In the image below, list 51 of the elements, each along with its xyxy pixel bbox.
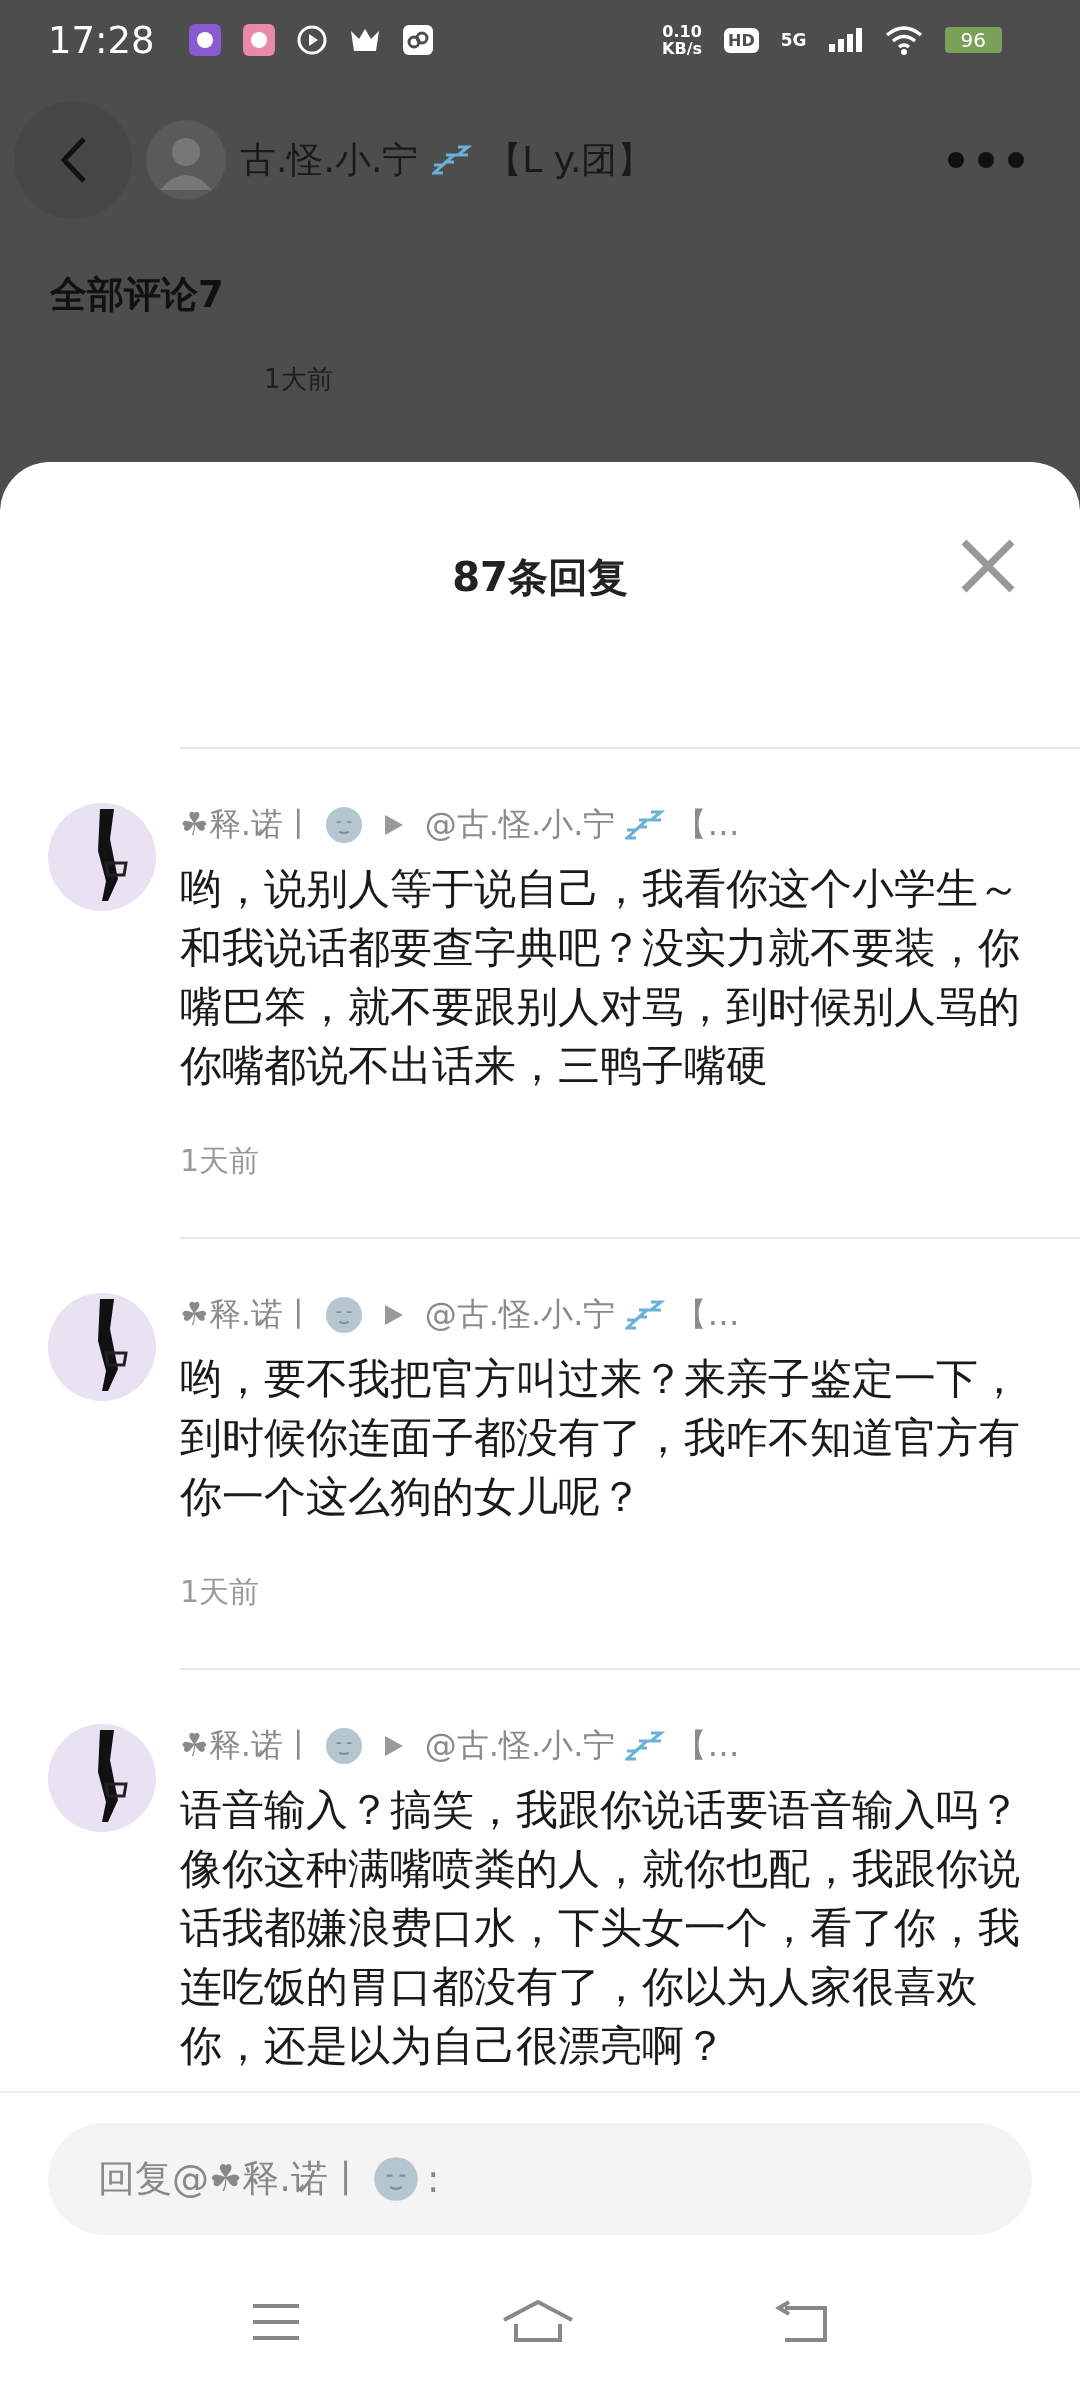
back-icon <box>58 135 88 185</box>
app-icon <box>188 24 221 56</box>
avatar[interactable] <box>48 803 156 911</box>
signal-icon <box>828 28 863 52</box>
moon-face-icon <box>324 1296 363 1334</box>
crown-icon <box>348 27 381 53</box>
moon-face-icon <box>324 806 363 844</box>
reply-target-tail: 【… <box>675 1294 740 1335</box>
app-icon <box>242 24 275 56</box>
clock: 17:28 <box>48 18 155 62</box>
reply-target[interactable]: @古.怪.小.宁 <box>424 1724 616 1768</box>
sleep-icon <box>625 810 666 840</box>
moon-face-icon <box>372 2156 419 2202</box>
comment-time: 1天前 <box>180 1143 260 1178</box>
author-name[interactable]: ☘释.诺丨 <box>180 1724 315 1768</box>
sleep-icon <box>432 145 473 175</box>
hd-badge: HD <box>724 27 759 53</box>
comment-time: 1天前 <box>180 1574 260 1609</box>
reply-target[interactable]: @古.怪.小.宁 <box>424 1293 616 1337</box>
wifi-icon <box>884 25 923 55</box>
reply-field[interactable]: 回复@☘释.诺丨 : <box>48 2123 1032 2235</box>
avatar[interactable] <box>48 1293 156 1401</box>
sleep-icon <box>625 1300 666 1330</box>
home-icon[interactable] <box>502 2299 574 2344</box>
reply-target[interactable]: @古.怪.小.宁 <box>424 803 616 847</box>
comments-heading: 全部评论7 <box>50 273 224 316</box>
moon-face-icon <box>324 1727 363 1765</box>
menu-icon[interactable] <box>250 2301 301 2342</box>
sleep-icon <box>625 1731 666 1761</box>
speed-value: 0.10 <box>662 23 702 40</box>
comment-text: 语音输入？搞笑，我跟你说话要语音输入吗？像你这种满嘴喷粪的人，就你也配，我跟你说话我都嫌浪费口水，下头女一个，看了你，我连吃饭的胃口都没有了，你以为人家很喜欢你，还是以为自己很漂亮啊？ <box>180 1784 1021 2072</box>
author-name[interactable]: ☘释.诺丨 <box>180 1293 315 1337</box>
battery-level: 96 <box>944 27 1002 53</box>
comment-text: 哟，说别人等于说自己，我看你这个小学生～和我说话都要查字典吧？没实力就不要装，你嘴巴笨，就不要跟别人对骂，到时候别人骂的你嘴都说不出话来，三鸭子嘴硬 <box>180 863 1021 1092</box>
speed-unit: KB/s <box>662 40 703 57</box>
comment-text: 哟，要不我把官方叫过来？来亲子鉴定一下，到时候你连面子都没有了，我咋不知道官方有你一个这么狗的女儿呢？ <box>180 1353 1021 1523</box>
play-icon <box>296 25 327 55</box>
placeholder-text: 回复@☘释.诺丨 <box>98 2156 365 2202</box>
reply-arrow-icon <box>382 813 405 837</box>
reply-target-tail: 【… <box>675 804 740 845</box>
back-nav-icon[interactable] <box>775 2299 830 2344</box>
sheet-title: 87条回复 <box>452 552 628 602</box>
network-label: 5G <box>780 30 807 50</box>
placeholder-colon: : <box>426 2157 440 2201</box>
reply-arrow-icon <box>382 1303 405 1327</box>
reply-target-tail: 【… <box>675 1725 740 1766</box>
cloud-icon <box>402 25 433 55</box>
reply-arrow-icon <box>382 1734 405 1758</box>
more-icon[interactable] <box>946 150 1026 170</box>
author-name[interactable]: ☘释.诺丨 <box>180 803 315 847</box>
avatar[interactable] <box>48 1724 156 1832</box>
